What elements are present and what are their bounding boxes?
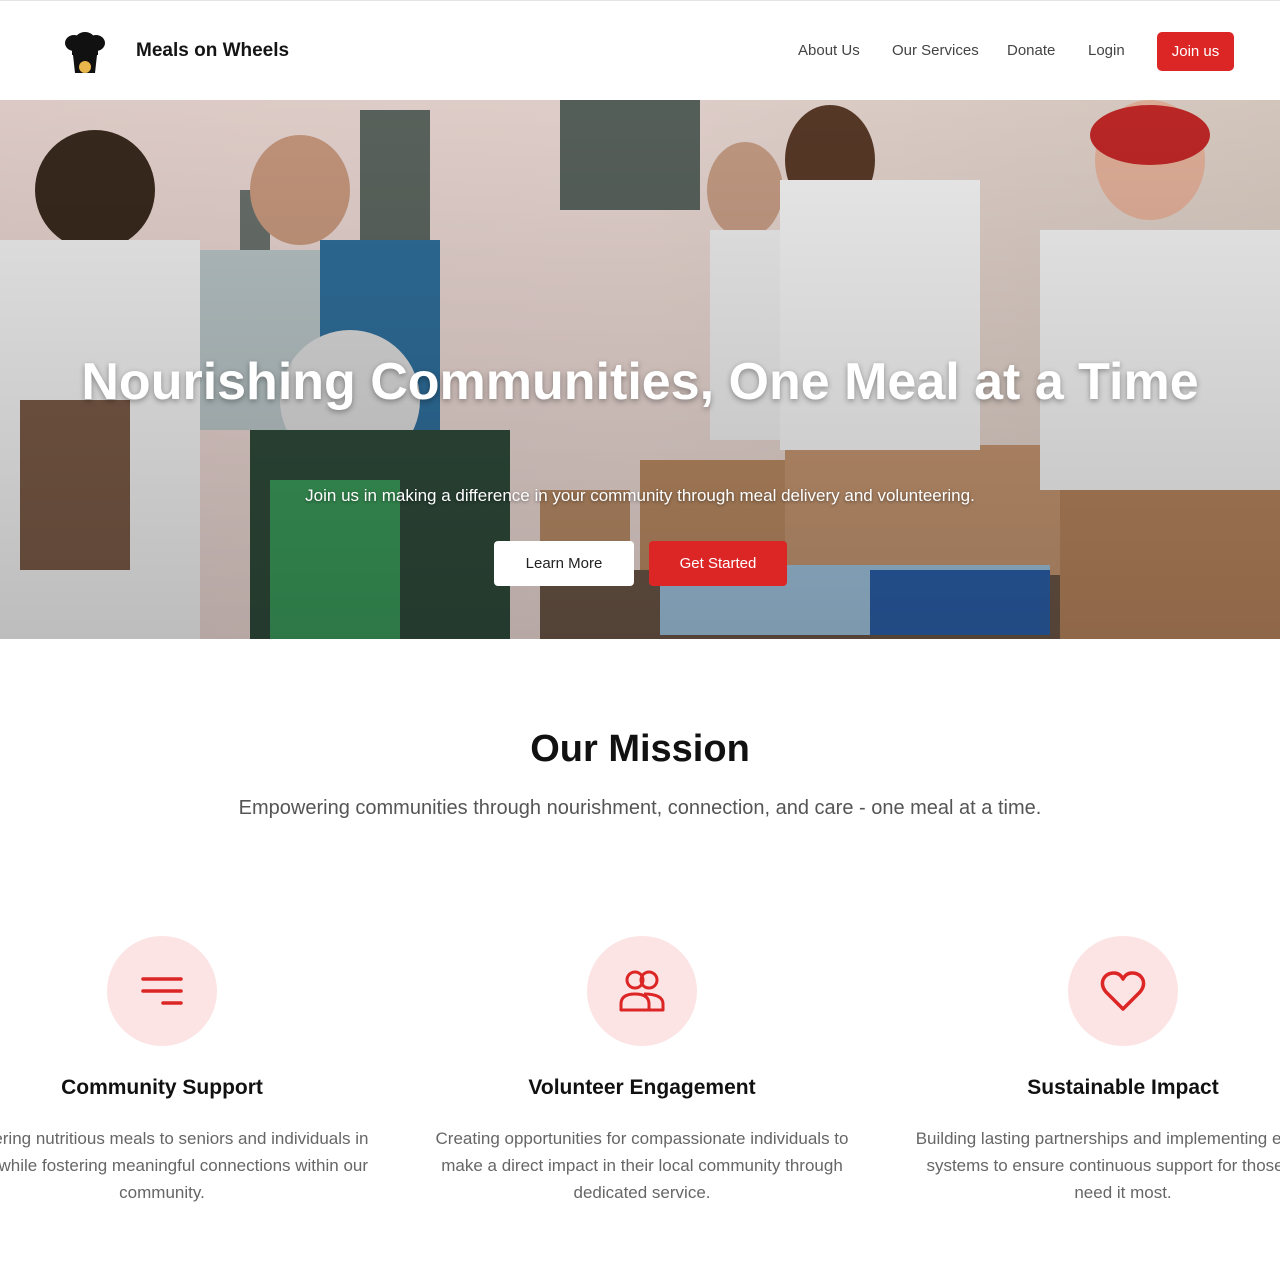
- nav-donate[interactable]: Donate: [1007, 42, 1055, 59]
- site-header: Meals on Wheels About Us Our Services Do…: [0, 0, 1280, 100]
- nav-about-us[interactable]: About Us: [798, 42, 860, 59]
- nav-our-services[interactable]: Our Services: [892, 42, 979, 59]
- get-started-button[interactable]: Get Started: [649, 541, 787, 586]
- hero-title: Nourishing Communities, One Meal at a Ti…: [81, 353, 1199, 411]
- community-support-icon-circle: [107, 936, 217, 1046]
- volunteer-engagement-icon-circle: [587, 936, 697, 1046]
- menu-lines-icon: [141, 977, 183, 1005]
- community-support-description: Delivering nutritious meals to seniors a…: [0, 1129, 369, 1202]
- mission-subtitle: Empowering communities through nourishme…: [238, 797, 1042, 819]
- brand-name[interactable]: Meals on Wheels: [136, 40, 289, 62]
- nav-login[interactable]: Login: [1088, 42, 1125, 59]
- volunteer-engagement-title: Volunteer Engagement: [528, 1076, 756, 1099]
- heart-icon: [1100, 971, 1146, 1011]
- learn-more-button[interactable]: Learn More: [494, 541, 634, 586]
- sustainable-impact-icon-circle: [1068, 936, 1178, 1046]
- community-support-title: Community Support: [61, 1076, 263, 1099]
- join-us-button[interactable]: Join us: [1157, 32, 1234, 71]
- sustainable-impact-title: Sustainable Impact: [1027, 1076, 1219, 1099]
- volunteer-engagement-description: Creating opportunities for compassionate…: [435, 1129, 849, 1202]
- sustainable-impact-description: Building lasting partnerships and implem…: [915, 1129, 1280, 1202]
- people-icon: [619, 970, 665, 1012]
- hero-section: Nourishing Communities, One Meal at a Ti…: [0, 100, 1280, 639]
- hero-subtitle: Join us in making a difference in your c…: [305, 486, 975, 505]
- chef-hat-icon[interactable]: [62, 31, 108, 75]
- mission-title: Our Mission: [530, 728, 750, 770]
